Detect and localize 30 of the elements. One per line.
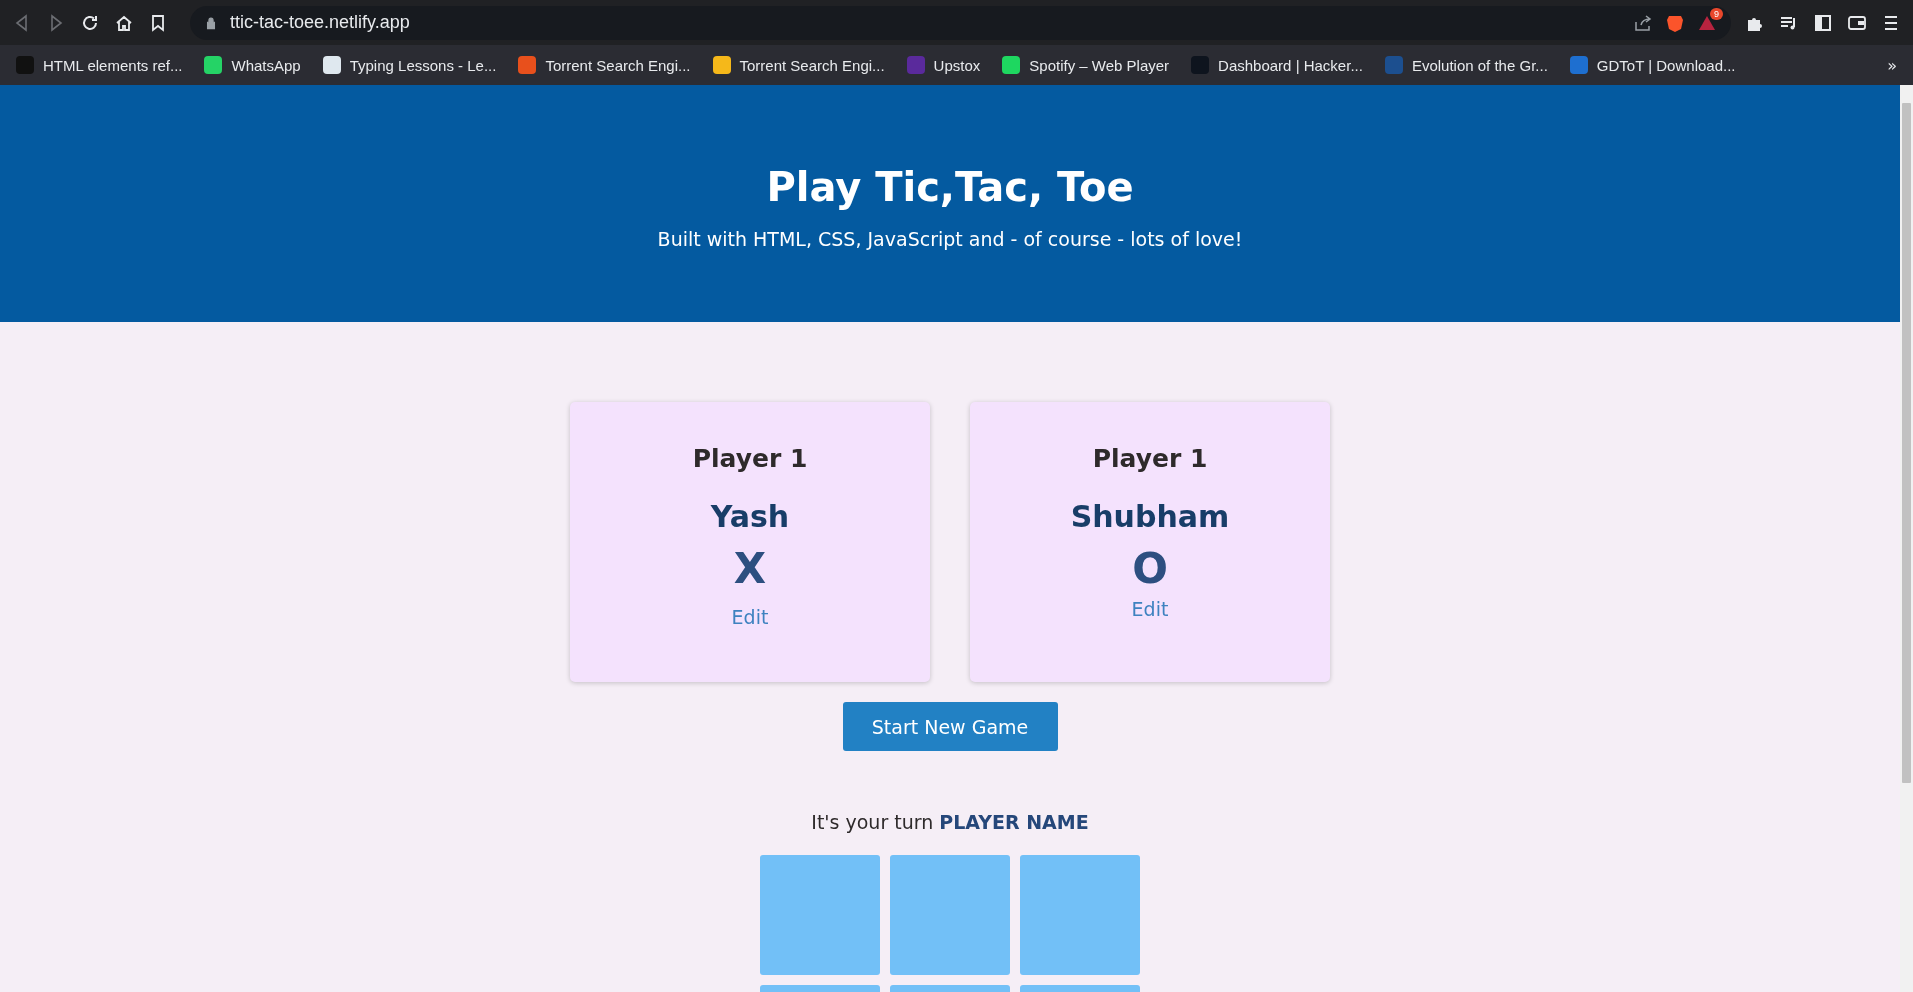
bookmark-link[interactable]: Upstox	[906, 56, 981, 74]
page-title: Play Tic,Tac, Toe	[766, 163, 1134, 210]
bookmark-link[interactable]: HTML elements ref...	[16, 56, 183, 74]
player-name: Yash	[710, 499, 790, 534]
bookmark-link[interactable]: Typing Lessons - Le...	[322, 56, 497, 74]
bookmark-link[interactable]: Spotify – Web Player	[1002, 56, 1170, 74]
more-bookmarks-button[interactable]: »	[1887, 55, 1897, 75]
url-text: ttic-tac-toee.netlify.app	[230, 12, 411, 33]
board-cell[interactable]	[890, 855, 1010, 975]
page-subtitle: Built with HTML, CSS, JavaScript and - of course - lots of love!	[657, 227, 1243, 250]
player-heading: Player 1	[692, 444, 808, 473]
address-bar[interactable]: ttic-tac-toee.netlify.app 9	[190, 5, 1731, 40]
player-symbol: X	[733, 544, 767, 593]
notification-badge: 9	[1710, 7, 1723, 20]
scrollbar-thumb[interactable]	[1902, 103, 1911, 783]
bookmark-link[interactable]: Dashboard | Hacker...	[1191, 56, 1363, 74]
turn-message: It's your turn PLAYER NAME	[810, 811, 1090, 833]
player-heading: Player 1	[1092, 444, 1208, 473]
start-game-button[interactable]: Start New Game	[842, 702, 1058, 751]
player-symbol: O	[1132, 544, 1168, 593]
board-cell[interactable]	[1020, 855, 1140, 975]
board-cell[interactable]	[760, 855, 880, 975]
bookmark-link[interactable]: GDToT | Download...	[1569, 56, 1736, 74]
bookmark-link[interactable]: Torrent Search Engi...	[712, 56, 885, 74]
player-name: Shubham	[1070, 499, 1230, 534]
sidebar-icon[interactable]	[1813, 12, 1833, 33]
share-icon[interactable]	[1633, 12, 1653, 33]
bookmark-link[interactable]: WhatsApp	[204, 56, 301, 74]
bookmark-link[interactable]: Torrent Search Engi...	[518, 56, 691, 74]
bookmark-link[interactable]: Evolution of the Gr...	[1384, 56, 1548, 74]
